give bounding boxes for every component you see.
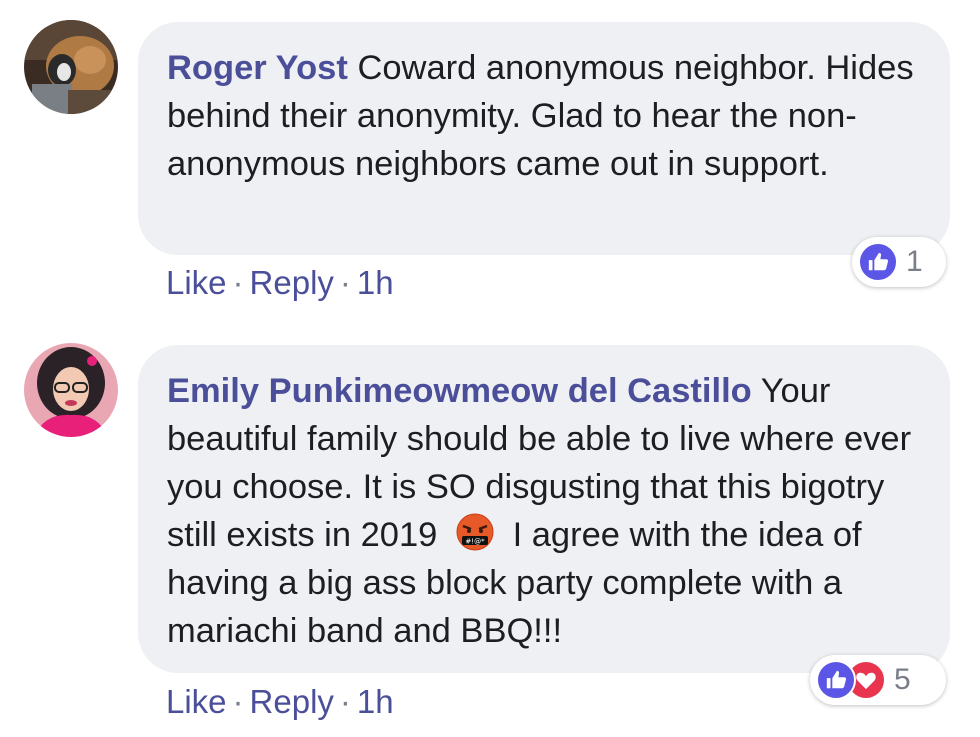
reply-link[interactable]: Reply [250, 683, 334, 720]
like-icon [858, 242, 898, 282]
comment-actions: Like · Reply · 1h [166, 264, 394, 302]
comment-author[interactable]: Emily Punkimeowmeow del Castillo [167, 372, 752, 410]
comment-bubble: Emily Punkimeowmeow del Castillo Your be… [138, 345, 950, 673]
angry-cursing-face-emoji: #!@* [453, 512, 497, 552]
separator: · [339, 264, 351, 301]
comment-author[interactable]: Roger Yost [167, 49, 348, 87]
comment-actions: Like · Reply · 1h [166, 683, 394, 721]
avatar[interactable] [24, 20, 118, 114]
separator: · [232, 264, 244, 301]
reaction-count: 5 [894, 663, 911, 696]
comment-thread: Roger Yost Coward anonymous neighbor. Hi… [0, 0, 980, 737]
like-link[interactable]: Like [166, 683, 227, 720]
reaction-summary[interactable]: 5 [810, 655, 946, 705]
timestamp[interactable]: 1h [357, 683, 394, 720]
avatar[interactable] [24, 343, 118, 437]
svg-text:#!@*: #!@* [465, 538, 485, 546]
like-link[interactable]: Like [166, 264, 227, 301]
timestamp[interactable]: 1h [357, 264, 394, 301]
separator: · [232, 683, 244, 720]
like-icon [816, 660, 856, 700]
reply-link[interactable]: Reply [250, 264, 334, 301]
comment-bubble: Roger Yost Coward anonymous neighbor. Hi… [138, 22, 950, 255]
reaction-count: 1 [906, 245, 923, 278]
separator: · [339, 683, 351, 720]
reaction-summary[interactable]: 1 [852, 237, 946, 287]
